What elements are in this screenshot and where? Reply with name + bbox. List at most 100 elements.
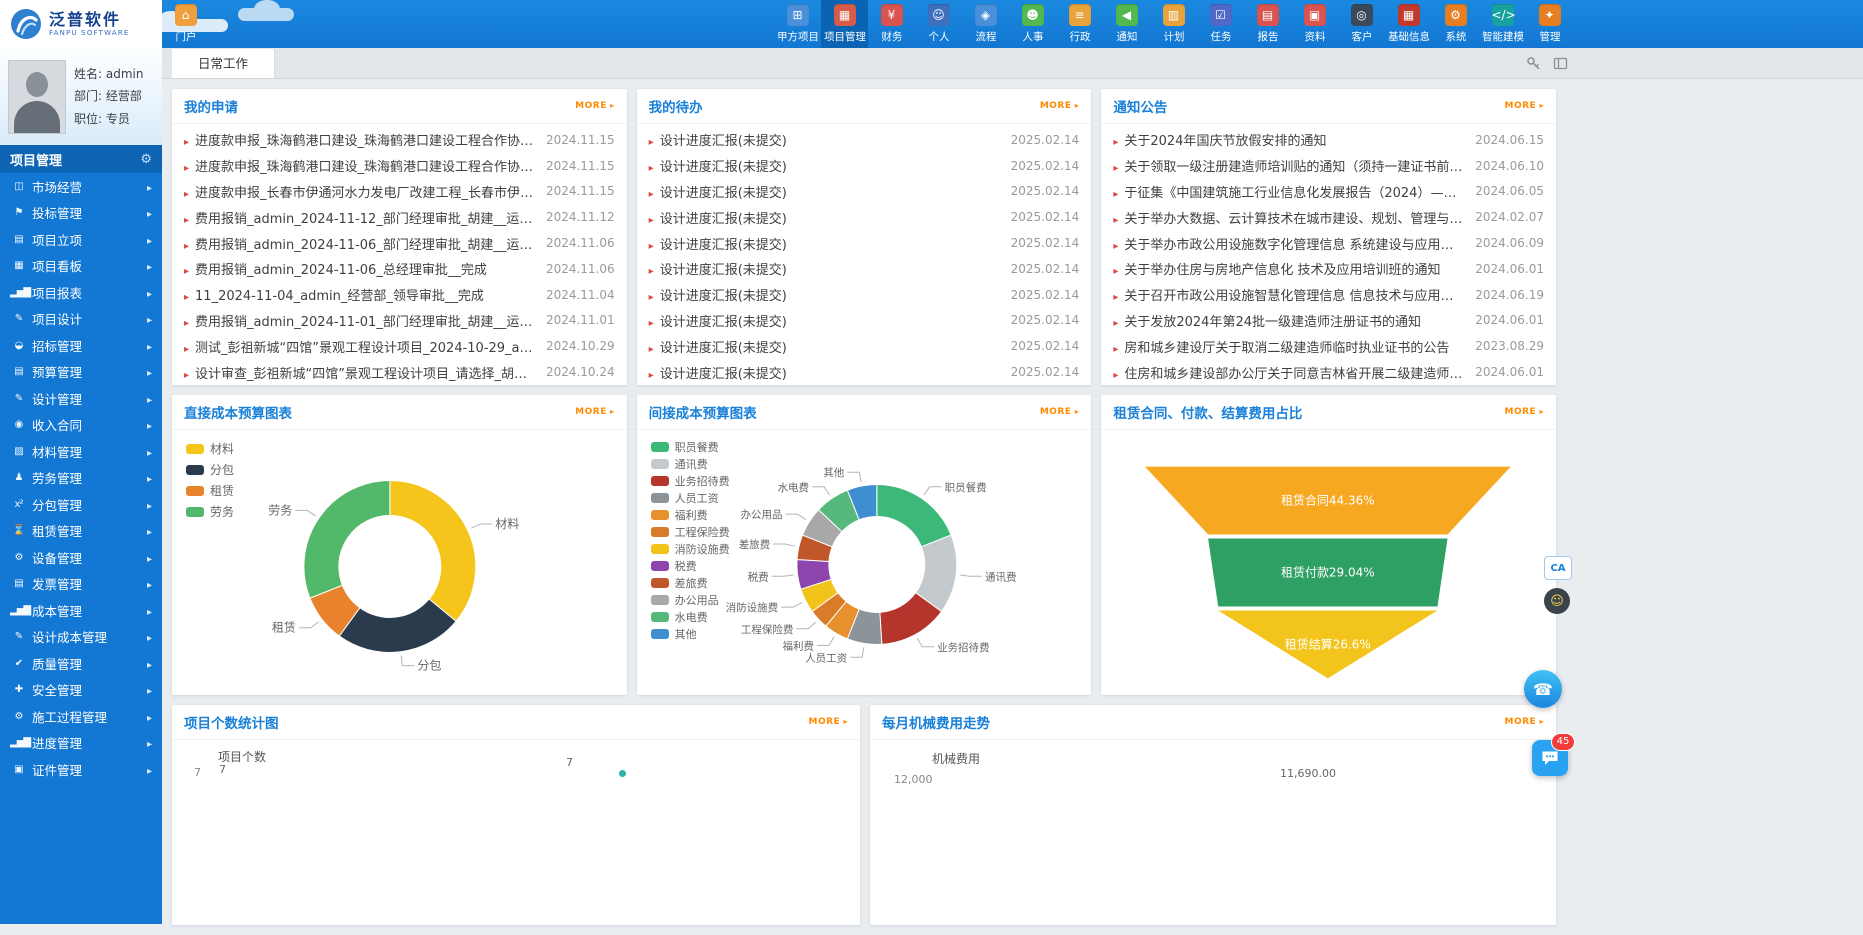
legend-item[interactable]: 税费 xyxy=(651,557,730,574)
topnav-item-base-info[interactable]: ▦基础信息 xyxy=(1385,0,1432,48)
list-item[interactable]: 关于举办住房与房地产信息化 技术及应用培训班的通知2024.06.01 xyxy=(1113,256,1544,282)
key-icon[interactable] xyxy=(1526,56,1541,71)
sidebar-item-cost[interactable]: ▂▅▇成本管理 xyxy=(0,597,162,624)
topnav-item-administration[interactable]: ≡行政 xyxy=(1056,0,1103,48)
legend-item[interactable]: 分包 xyxy=(186,459,234,480)
sidebar-item-invoices[interactable]: ▤发票管理 xyxy=(0,571,162,598)
topnav-item-smart-modeling[interactable]: </>智能建模 xyxy=(1479,0,1526,48)
donut-slice-职员餐费[interactable] xyxy=(876,485,950,547)
donut-slice-材料[interactable] xyxy=(390,481,476,622)
legend-item[interactable]: 业务招待费 xyxy=(651,472,730,489)
legend-item[interactable]: 水电费 xyxy=(651,608,730,625)
topnav-item-tasks[interactable]: ☑任务 xyxy=(1197,0,1244,48)
legend-item[interactable]: 差旅费 xyxy=(651,574,730,591)
list-item[interactable]: 设计进度汇报(未提交)2025.02.14 xyxy=(649,153,1080,179)
list-item[interactable]: 费用报销_admin_2024-11-12_部门经理审批_胡建__运行中2024… xyxy=(184,204,615,230)
list-item[interactable]: 关于举办大数据、云计算技术在城市建设、规划、管理与服务中的应用培训班2024.0… xyxy=(1113,204,1544,230)
sidebar-item-project-design[interactable]: ✎项目设计 xyxy=(0,306,162,333)
topnav-item-client-projects[interactable]: ⊞甲方项目 xyxy=(774,0,821,48)
more-link[interactable]: MORE xyxy=(809,717,849,727)
sidebar-item-project-initiation[interactable]: ▤项目立项 xyxy=(0,226,162,253)
legend-item[interactable]: 人员工资 xyxy=(651,489,730,506)
sidebar-item-bidding[interactable]: ⚑投标管理 xyxy=(0,200,162,227)
more-link[interactable]: MORE xyxy=(1040,101,1080,111)
list-item[interactable]: 设计进度汇报(未提交)2025.02.14 xyxy=(649,127,1080,153)
more-link[interactable]: MORE xyxy=(575,101,615,111)
sidebar-item-income-contracts[interactable]: ◉收入合同 xyxy=(0,412,162,439)
more-link[interactable]: MORE xyxy=(1505,717,1545,727)
legend-item[interactable]: 通讯费 xyxy=(651,455,730,472)
tab-daily-work[interactable]: 日常工作 xyxy=(172,49,275,78)
list-item[interactable]: 费用报销_admin_2024-11-01_部门经理审批_胡建__运行中2024… xyxy=(184,308,615,334)
sidebar-item-project-reports[interactable]: ▂▅▇项目报表 xyxy=(0,279,162,306)
sidebar-item-project-kanban[interactable]: ▦项目看板 xyxy=(0,253,162,280)
list-item[interactable]: 设计进度汇报(未提交)2025.02.14 xyxy=(649,256,1080,282)
sidebar-item-tender[interactable]: ◒招标管理 xyxy=(0,332,162,359)
list-item[interactable]: 设计进度汇报(未提交)2025.02.14 xyxy=(649,230,1080,256)
list-item[interactable]: 关于发放2024年第24批一级建造师注册证书的通知2024.06.01 xyxy=(1113,308,1544,334)
topnav-item-personal[interactable]: ☺个人 xyxy=(915,0,962,48)
list-item[interactable]: 关于2024年国庆节放假安排的通知2024.06.15 xyxy=(1113,127,1544,153)
list-item[interactable]: 设计进度汇报(未提交)2025.02.14 xyxy=(649,359,1080,385)
legend-item[interactable]: 工程保险费 xyxy=(651,523,730,540)
list-item[interactable]: 设计进度汇报(未提交)2025.02.14 xyxy=(649,282,1080,308)
list-item[interactable]: 设计进度汇报(未提交)2025.02.14 xyxy=(649,308,1080,334)
sidebar-item-equipment[interactable]: ⚙设备管理 xyxy=(0,544,162,571)
legend-item[interactable]: 职员餐费 xyxy=(651,438,730,455)
list-item[interactable]: 11_2024-11-04_admin_经营部_领导审批__完成2024.11.… xyxy=(184,282,615,308)
topnav-item-plans[interactable]: ▥计划 xyxy=(1150,0,1197,48)
list-item[interactable]: 进度款申报_珠海鹤港口建设_珠海鹤港口建设工程合作协议书_admin_2024.… xyxy=(184,153,615,179)
feedback-smiley-button[interactable]: ☺ xyxy=(1544,588,1570,614)
sidebar-item-design-cost[interactable]: ✎设计成本管理 xyxy=(0,624,162,651)
legend-item[interactable]: 消防设施费 xyxy=(651,540,730,557)
list-item[interactable]: 测试_彭祖新城“四馆”景观工程设计项目_2024-10-29_admin_结束_… xyxy=(184,333,615,359)
topnav-item-system[interactable]: ⚙系统 xyxy=(1432,0,1479,48)
list-item[interactable]: 设计进度汇报(未提交)2025.02.14 xyxy=(649,333,1080,359)
more-link[interactable]: MORE xyxy=(1504,407,1544,417)
sidebar-item-construction-process[interactable]: ⚙施工过程管理 xyxy=(0,703,162,730)
topnav-item-portal[interactable]: ⌂门户 xyxy=(162,0,209,48)
ca-button[interactable]: CA xyxy=(1544,556,1572,580)
list-item[interactable]: 费用报销_admin_2024-11-06_部门经理审批_胡建__运行中2024… xyxy=(184,230,615,256)
legend-item[interactable]: 办公用品 xyxy=(651,591,730,608)
panel-toggle-icon[interactable] xyxy=(1553,56,1568,71)
legend-item[interactable]: 福利费 xyxy=(651,506,730,523)
donut-slice-劳务[interactable] xyxy=(304,481,390,599)
list-item[interactable]: 设计进度汇报(未提交)2025.02.14 xyxy=(649,179,1080,205)
list-item[interactable]: 住房和城乡建设部办公厅关于同意吉林省开展二级建造师执业证书电子化试点2024.0… xyxy=(1113,359,1544,385)
topnav-item-finance[interactable]: ¥财务 xyxy=(868,0,915,48)
sidebar-item-certificates[interactable]: ▣证件管理 xyxy=(0,756,162,783)
topnav-item-management[interactable]: ✦管理 xyxy=(1526,0,1573,48)
legend-item[interactable]: 劳务 xyxy=(186,501,234,522)
sidebar-item-progress[interactable]: ▂▅▇进度管理 xyxy=(0,730,162,757)
list-item[interactable]: 房和城乡建设厅关于取消二级建造师临时执业证书的公告2023.08.29 xyxy=(1113,333,1544,359)
sidebar-item-quality[interactable]: ✔质量管理 xyxy=(0,650,162,677)
topnav-item-hr[interactable]: ☻人事 xyxy=(1009,0,1056,48)
list-item[interactable]: 设计审查_彭祖新城“四馆”景观工程设计项目_请选择_胡广生_2024-10-22… xyxy=(184,359,615,385)
more-link[interactable]: MORE xyxy=(1504,101,1544,111)
topnav-item-reports[interactable]: ▤报告 xyxy=(1244,0,1291,48)
sidebar-item-safety[interactable]: ✚安全管理 xyxy=(0,677,162,704)
topnav-item-documents[interactable]: ▣资料 xyxy=(1291,0,1338,48)
topnav-item-notifications[interactable]: ◀通知 xyxy=(1103,0,1150,48)
list-item[interactable]: 关于领取一级注册建造师培训贴的通知（须持一建证书前来领取）2024.06.10 xyxy=(1113,153,1544,179)
list-item[interactable]: 关于召开市政公用设施智慧化管理信息 信息技术与应用培训班的通知2024.06.1… xyxy=(1113,282,1544,308)
settings-gear-icon[interactable]: ⚙ xyxy=(140,152,152,167)
topnav-item-customers[interactable]: ◎客户 xyxy=(1338,0,1385,48)
topnav-item-project-management[interactable]: ▦项目管理 xyxy=(821,0,868,48)
legend-item[interactable]: 材料 xyxy=(186,438,234,459)
more-link[interactable]: MORE xyxy=(1040,407,1080,417)
sidebar-item-design[interactable]: ✎设计管理 xyxy=(0,385,162,412)
chat-button[interactable]: 45 xyxy=(1532,740,1568,776)
more-link[interactable]: MORE xyxy=(575,407,615,417)
legend-item[interactable]: 租赁 xyxy=(186,480,234,501)
list-item[interactable]: 进度款申报_长春市伊通河水力发电厂改建工程_长春市伊通河水力发电2024.11.… xyxy=(184,179,615,205)
sidebar-item-budget[interactable]: ▤预算管理 xyxy=(0,359,162,386)
list-item[interactable]: 费用报销_admin_2024-11-06_总经理审批__完成2024.11.0… xyxy=(184,256,615,282)
list-item[interactable]: 进度款申报_珠海鹤港口建设_珠海鹤港口建设工程合作协议书_admin_2024.… xyxy=(184,127,615,153)
sidebar-item-labor[interactable]: ♟劳务管理 xyxy=(0,465,162,492)
list-item[interactable]: 设计进度汇报(未提交)2025.02.14 xyxy=(649,204,1080,230)
customer-service-button[interactable]: ☎ xyxy=(1524,670,1562,708)
sidebar-item-market[interactable]: ◫市场经营 xyxy=(0,173,162,200)
list-item[interactable]: 关于举办市政公用设施数字化管理信息 系统建设与应用培训班的通知2024.06.0… xyxy=(1113,230,1544,256)
